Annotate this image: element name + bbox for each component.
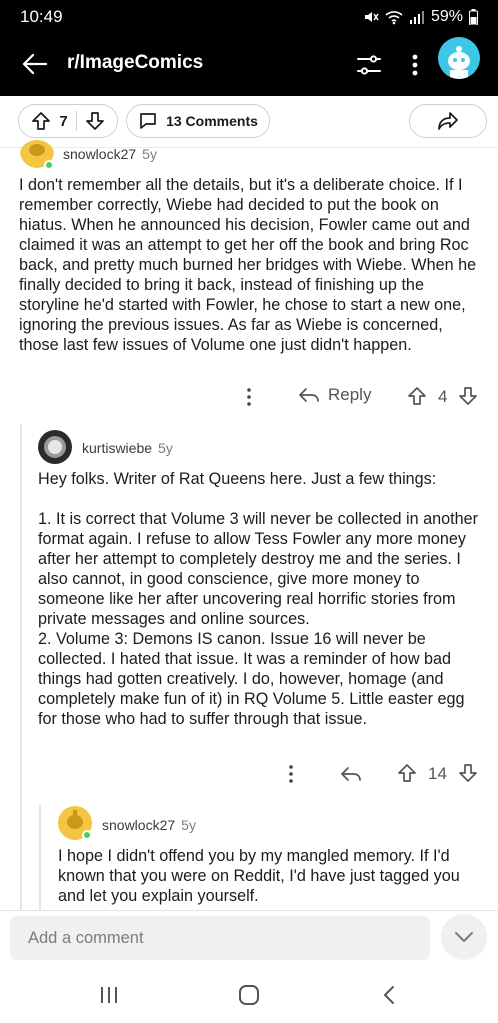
downvote-icon[interactable] — [458, 763, 478, 783]
share-icon — [438, 112, 458, 130]
online-indicator — [82, 830, 92, 840]
status-icons: 59% — [363, 8, 478, 26]
thread-line — [20, 424, 22, 910]
avatar[interactable] — [38, 430, 72, 464]
back-button[interactable] — [374, 980, 404, 1010]
reply-icon — [299, 388, 319, 402]
upvote-count: 7 — [59, 112, 68, 130]
expand-button[interactable] — [441, 914, 487, 960]
back-arrow-icon[interactable] — [20, 50, 48, 78]
upvote-icon[interactable] — [31, 111, 51, 131]
app-bar: r/ImageComics — [0, 34, 498, 96]
comment-meta: snowlock27 5y — [102, 817, 196, 833]
comment-username[interactable]: snowlock27 — [102, 817, 175, 833]
comment-score: 14 — [428, 764, 447, 783]
online-indicator — [44, 160, 54, 170]
comment-meta: kurtiswiebe 5y — [82, 440, 173, 456]
status-bar: 10:49 59% — [0, 0, 498, 34]
battery-percent: 59% — [430, 8, 463, 25]
comment-age: 5y — [158, 440, 173, 456]
comment-actions: Reply 4 — [240, 384, 490, 410]
reply-label: Reply — [328, 385, 372, 404]
home-icon — [239, 985, 259, 1005]
vote-divider — [75, 111, 77, 131]
vote-control: 7 — [18, 104, 118, 138]
upvote-icon[interactable] — [397, 763, 417, 783]
upvote-icon[interactable] — [407, 386, 427, 406]
thread-line — [39, 804, 41, 910]
post-action-bar: 7 13 Comments — [0, 96, 498, 148]
comment-age: 5y — [181, 817, 196, 833]
recent-apps-icon — [101, 987, 117, 1003]
comments-count-label: 13 Comments — [166, 113, 258, 129]
add-comment-input[interactable]: Add a comment — [10, 916, 430, 960]
downvote-icon[interactable] — [85, 111, 105, 131]
comment-icon — [140, 113, 156, 129]
comment-body: I hope I didn't offend you by my mangled… — [58, 847, 460, 905]
comment-age: 5y — [142, 146, 157, 162]
home-button[interactable] — [234, 980, 264, 1010]
comment-meta: snowlock27 5y — [63, 146, 157, 162]
comment-username[interactable]: snowlock27 — [63, 146, 136, 162]
wifi-icon — [385, 11, 403, 25]
avatar[interactable] — [438, 37, 480, 79]
filter-icon[interactable] — [355, 51, 383, 79]
recent-apps-button[interactable] — [94, 980, 124, 1010]
more-vertical-icon[interactable] — [402, 50, 428, 80]
share-button[interactable] — [409, 104, 487, 138]
more-vertical-icon[interactable] — [286, 764, 296, 784]
mute-icon — [364, 12, 379, 22]
chevron-down-icon — [455, 932, 473, 942]
downvote-icon[interactable] — [458, 386, 478, 406]
status-time: 10:49 — [20, 7, 63, 26]
back-chevron-icon — [384, 986, 394, 1004]
comment-body: Hey folks. Writer of Rat Queens here. Ju… — [38, 470, 478, 728]
subreddit-title[interactable]: r/ImageComics — [67, 52, 203, 74]
comments-button[interactable]: 13 Comments — [126, 104, 270, 138]
reply-button[interactable]: Reply — [298, 385, 371, 405]
signal-icon — [409, 11, 424, 24]
reply-icon[interactable] — [340, 765, 362, 783]
comment-username[interactable]: kurtiswiebe — [82, 440, 152, 456]
more-vertical-icon[interactable] — [244, 387, 254, 407]
comment-actions: 14 — [282, 761, 490, 787]
system-nav-bar — [0, 966, 498, 1023]
comment-composer: Add a comment — [0, 910, 498, 966]
comment-body: I don't remember all the details, but it… — [19, 176, 477, 354]
battery-icon — [469, 9, 478, 25]
comment-score: 4 — [438, 387, 448, 406]
